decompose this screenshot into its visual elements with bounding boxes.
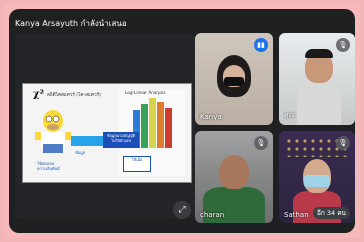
meeting-window: Kanya Arsayuth กำลังนำเสนอ χ² สถิติไคสแค… — [9, 9, 355, 233]
participant-tile[interactable]: ▮▮ Kanya — [195, 33, 273, 125]
participant-name: Sathan — [284, 211, 309, 219]
cartoon-image — [35, 110, 71, 153]
face-mask — [224, 77, 244, 86]
slide-chart-title: Log-Linear Analysis — [125, 90, 166, 95]
mic-off-icon: 🎙 — [336, 136, 350, 150]
slide-symbol: χ² — [33, 89, 44, 100]
slide-callout-main: ข้อมูลนามบัญญัติ ไม่ใช่ตัวเลข — [103, 132, 139, 148]
slide-heading: สถิติไคสแควร์ (ไค-สแควร์) — [47, 93, 101, 98]
participant-tile[interactable]: 🎙 charan — [195, 131, 273, 223]
presenter-label: Kanya Arsayuth กำลังนำเสนอ — [15, 19, 127, 28]
presentation-tile[interactable]: χ² สถิติไคสแควร์ (ไค-สแควร์) ข้อมูล ใช้ท… — [15, 33, 195, 219]
fullscreen-icon[interactable]: ⤢ — [173, 201, 191, 219]
participant-video — [297, 79, 341, 125]
participant-name: charan — [200, 211, 225, 219]
chart-bar — [165, 108, 172, 148]
shared-slide: χ² สถิติไคสแควร์ (ไค-สแควร์) ข้อมูล ใช้ท… — [22, 83, 192, 183]
chart-bar — [149, 98, 156, 148]
face-mask — [304, 175, 330, 187]
slide-caption: ใช้ทดสอบ ความสัมพันธ์ — [37, 161, 60, 171]
slide-caption-line2: ความสัมพันธ์ — [37, 166, 60, 171]
speaking-icon: ▮▮ — [254, 38, 268, 52]
participant-hair — [305, 49, 333, 58]
slide-blue-label: ข้อมูล — [75, 150, 86, 155]
slide-callout-sub: ใช้เมื่อ — [123, 156, 151, 172]
slide-blue-box — [71, 136, 105, 146]
chart-bar — [141, 104, 148, 148]
mic-off-icon: 🎙 — [254, 136, 268, 150]
participant-tile[interactable]: 🎙 Sathan อีก 34 คน — [279, 131, 355, 223]
more-participants-badge[interactable]: อีก 34 คน — [312, 207, 350, 219]
participant-tile[interactable]: 🎙 คุณ — [279, 33, 355, 125]
participant-name: Kanya — [200, 113, 222, 121]
mic-off-icon: 🎙 — [336, 38, 350, 52]
slide-left-panel: χ² สถิติไคสแควร์ (ไค-สแควร์) ข้อมูล ใช้ท… — [27, 88, 105, 178]
participant-face — [219, 155, 249, 189]
chart-bar — [157, 102, 164, 148]
participant-name: คุณ — [284, 111, 296, 119]
